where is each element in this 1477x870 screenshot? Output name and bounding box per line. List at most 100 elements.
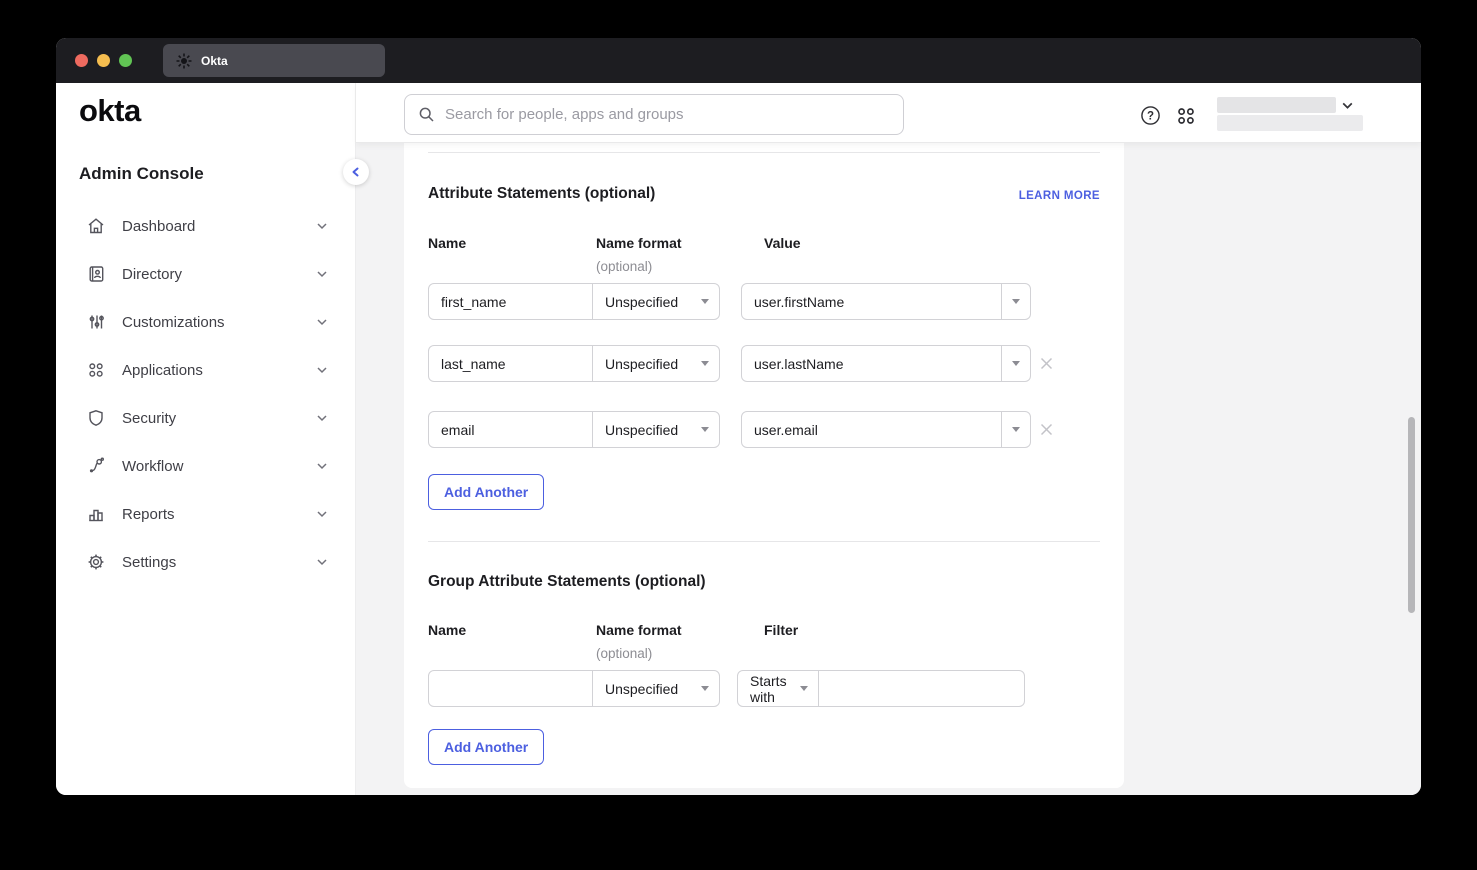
value-dropdown-button[interactable] (1001, 412, 1030, 447)
chevron-down-icon (315, 219, 329, 233)
sliders-icon (86, 312, 106, 332)
column-header-name: Name (428, 622, 466, 638)
group-attribute-statements-title: Group Attribute Statements (optional) (428, 573, 706, 591)
sidebar-nav: Dashboard Directory (56, 202, 355, 586)
dropdown-arrow-icon (1012, 427, 1020, 432)
help-button[interactable]: ? (1140, 105, 1161, 126)
apps-grid-icon (86, 360, 106, 380)
filter-type-select[interactable]: Starts with (738, 671, 818, 706)
minimize-window-button[interactable] (97, 54, 110, 67)
sidebar-item-label: Workflow (122, 458, 315, 475)
sidebar-item-applications[interactable]: Applications (56, 346, 355, 394)
sidebar-item-label: Settings (122, 554, 315, 571)
name-format-value: Unspecified (605, 356, 678, 372)
close-icon (1039, 422, 1054, 437)
add-another-button[interactable]: Add Another (428, 474, 544, 510)
value-dropdown-button[interactable] (1001, 346, 1030, 381)
chevron-down-icon (315, 315, 329, 329)
attribute-value-input[interactable] (742, 346, 1001, 381)
dropdown-arrow-icon (800, 686, 808, 691)
chevron-down-icon (315, 459, 329, 473)
chevron-down-icon (315, 267, 329, 281)
name-format-select[interactable]: Unspecified (592, 284, 719, 319)
name-format-select[interactable]: Unspecified (592, 412, 719, 447)
dropdown-arrow-icon (701, 299, 709, 304)
divider (428, 152, 1100, 153)
column-note-optional: (optional) (596, 259, 652, 274)
attribute-name-input[interactable] (429, 412, 592, 447)
name-format-select[interactable]: Unspecified (592, 671, 719, 706)
remove-row-button[interactable] (1038, 421, 1054, 437)
content-area: Attribute Statements (optional) LEARN MO… (356, 143, 1421, 795)
group-filter-group: Starts with (737, 670, 1025, 707)
close-window-button[interactable] (75, 54, 88, 67)
sidebar-collapse-button[interactable] (343, 159, 369, 185)
zoom-window-button[interactable] (119, 54, 132, 67)
directory-icon (86, 264, 106, 284)
sidebar-item-reports[interactable]: Reports (56, 490, 355, 538)
attribute-row: Unspecified (428, 283, 720, 320)
gear-icon (86, 552, 106, 572)
filter-type-value: Starts with (750, 673, 792, 705)
sidebar-item-workflow[interactable]: Workflow (56, 442, 355, 490)
attribute-value-input[interactable] (742, 412, 1001, 447)
apps-launcher-button[interactable] (1176, 106, 1196, 126)
vertical-scrollbar[interactable] (1408, 417, 1415, 613)
attribute-statements-title: Attribute Statements (optional) (428, 185, 655, 203)
sidebar-item-settings[interactable]: Settings (56, 538, 355, 586)
group-name-input[interactable] (429, 671, 592, 706)
column-header-name: Name (428, 235, 466, 251)
column-header-name-format: Name format (596, 622, 682, 638)
sidebar-item-label: Dashboard (122, 218, 315, 235)
search-box[interactable] (404, 94, 904, 135)
attribute-name-input[interactable] (429, 284, 592, 319)
sidebar-item-customizations[interactable]: Customizations (56, 298, 355, 346)
account-menu-button[interactable] (1340, 98, 1355, 113)
dropdown-arrow-icon (701, 686, 709, 691)
name-format-value: Unspecified (605, 294, 678, 310)
divider (428, 541, 1100, 542)
traffic-lights (75, 54, 132, 67)
browser-window: Okta okta Admin Console Dashboard (56, 38, 1421, 795)
attribute-value-group (741, 283, 1031, 320)
name-format-select[interactable]: Unspecified (592, 346, 719, 381)
sidebar: okta Admin Console Dashboard (56, 83, 356, 795)
saml-settings-card: Attribute Statements (optional) LEARN MO… (404, 143, 1124, 788)
sidebar-item-directory[interactable]: Directory (56, 250, 355, 298)
value-dropdown-button[interactable] (1001, 284, 1030, 319)
attribute-name-input[interactable] (429, 346, 592, 381)
column-header-filter: Filter (764, 622, 798, 638)
okta-favicon-icon (176, 53, 192, 69)
app-shell: okta Admin Console Dashboard (56, 83, 1421, 795)
chevron-left-icon (350, 166, 362, 178)
admin-console-title: Admin Console (79, 164, 204, 184)
chevron-down-icon (315, 507, 329, 521)
add-another-button[interactable]: Add Another (428, 729, 544, 765)
sidebar-item-dashboard[interactable]: Dashboard (56, 202, 355, 250)
redacted-account-org (1217, 115, 1363, 131)
sidebar-item-label: Applications (122, 362, 315, 379)
search-input[interactable] (445, 106, 890, 123)
browser-tab-okta[interactable]: Okta (163, 44, 385, 77)
column-header-name-format: Name format (596, 235, 682, 251)
learn-more-link[interactable]: LEARN MORE (1019, 190, 1100, 202)
sidebar-item-label: Security (122, 410, 315, 427)
bar-chart-icon (86, 504, 106, 524)
dropdown-arrow-icon (701, 361, 709, 366)
screen: Okta okta Admin Console Dashboard (0, 0, 1477, 870)
shield-icon (86, 408, 106, 428)
close-icon (1039, 356, 1054, 371)
column-note-optional: (optional) (596, 646, 652, 661)
search-icon (418, 106, 435, 123)
okta-logo: okta (79, 95, 141, 126)
sidebar-item-security[interactable]: Security (56, 394, 355, 442)
filter-value-input[interactable] (818, 671, 1024, 706)
attribute-value-input[interactable] (742, 284, 1001, 319)
workflow-icon (86, 456, 106, 476)
chevron-down-icon (315, 411, 329, 425)
dropdown-arrow-icon (1012, 299, 1020, 304)
chevron-down-icon (315, 363, 329, 377)
remove-row-button[interactable] (1038, 355, 1054, 371)
apps-grid-icon (1176, 106, 1196, 126)
chevron-down-icon (315, 555, 329, 569)
